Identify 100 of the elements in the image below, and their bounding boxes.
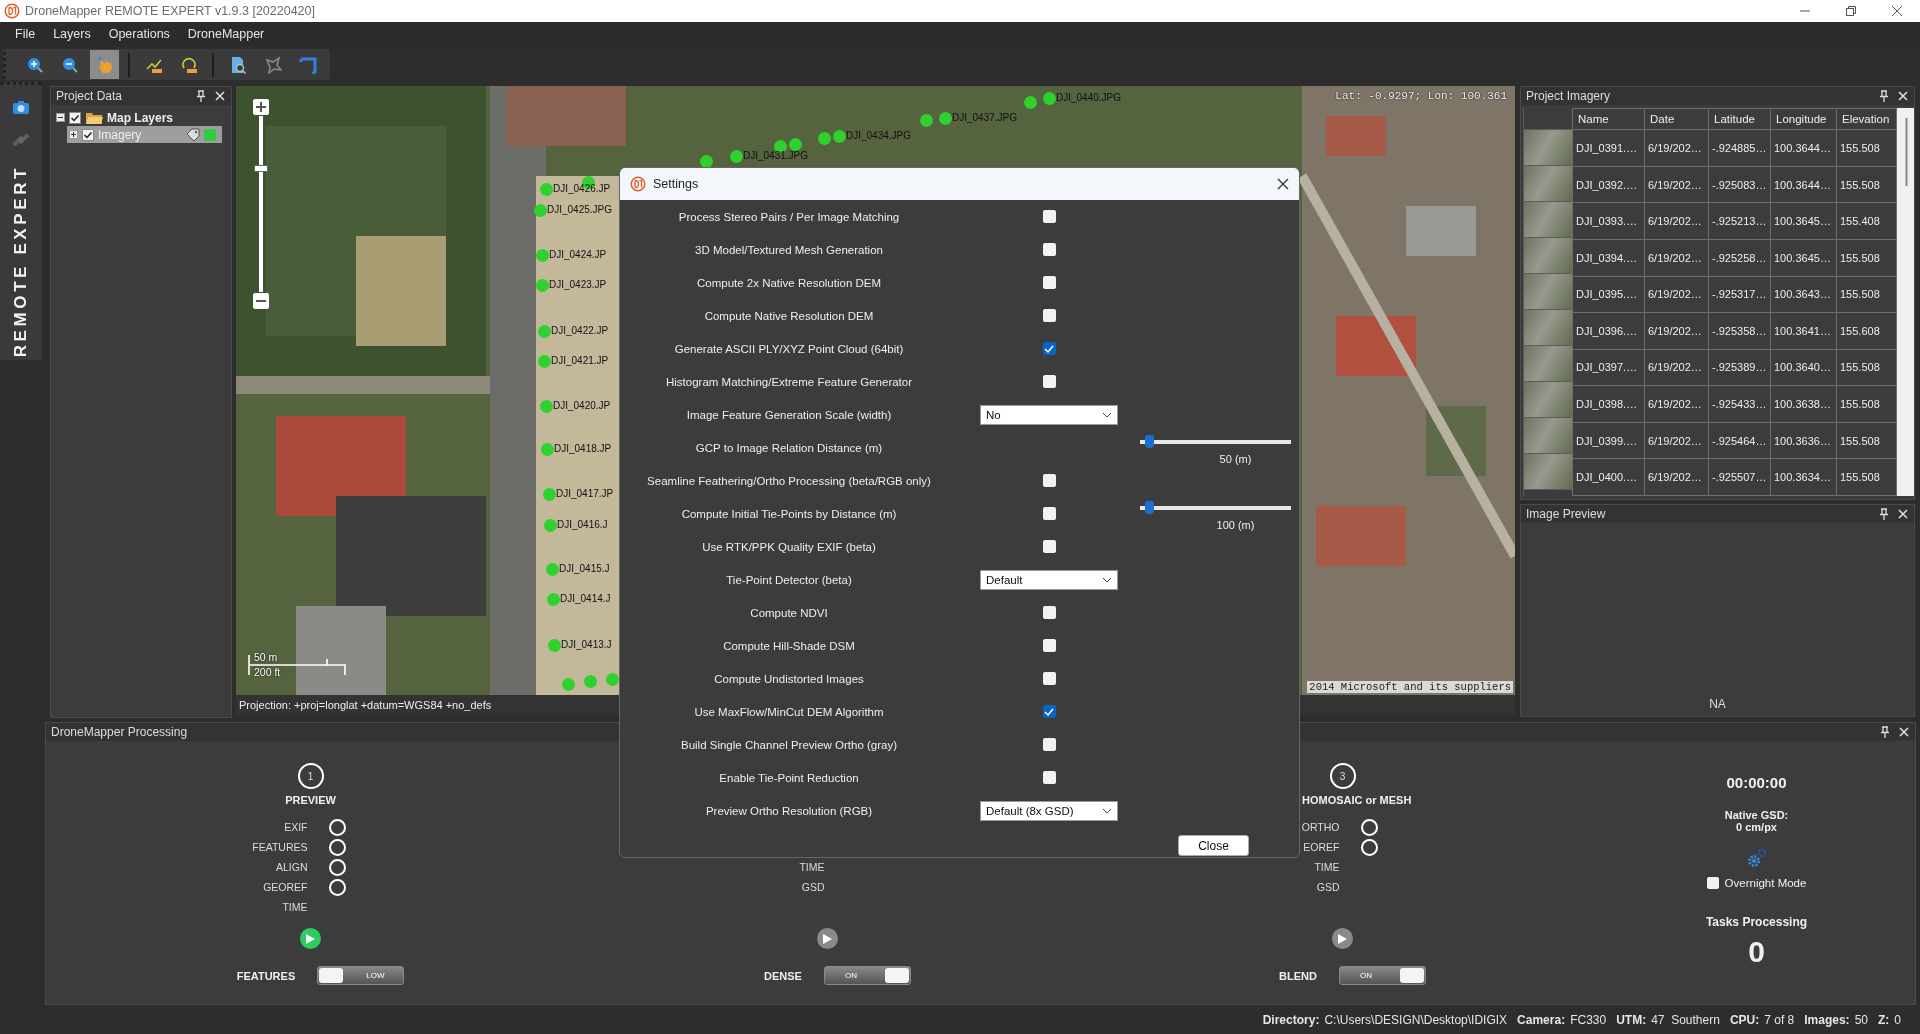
column-header[interactable]: Date (1644, 108, 1709, 130)
checkbox[interactable] (1042, 738, 1056, 751)
checkbox[interactable] (1706, 877, 1719, 889)
table-cell: 155.508 (1836, 349, 1897, 386)
step-title: PREVIEW (285, 794, 336, 808)
table-cell: -.925464… (1708, 422, 1771, 459)
close-icon[interactable] (214, 90, 226, 102)
checkbox[interactable] (1042, 606, 1056, 619)
toggle-switch[interactable]: ON (823, 966, 911, 985)
pin-icon[interactable] (1878, 508, 1890, 520)
zoom-in-button[interactable] (253, 99, 269, 115)
menu-item[interactable]: Operations (99, 27, 179, 41)
checkbox[interactable] (1042, 309, 1056, 322)
ruler-area-icon (179, 55, 198, 74)
table-cell: 6/19/202… (1644, 166, 1709, 203)
pin-icon[interactable] (195, 90, 207, 102)
checkbox[interactable] (1042, 705, 1056, 718)
zoom-out-button[interactable] (253, 293, 269, 309)
checkbox[interactable] (1042, 210, 1056, 223)
table-cell: DJI_0396.… (1572, 312, 1645, 350)
menu-item[interactable]: File (6, 27, 45, 41)
column-header[interactable]: Latitude (1708, 108, 1771, 130)
setting-label: Use RTK/PPK Quality EXIF (beta) (701, 540, 877, 553)
pin-icon[interactable] (1879, 726, 1891, 738)
preview-status: NA (1709, 697, 1726, 711)
panel-title: Project Imagery (1526, 89, 1612, 103)
setting-label: 3D Model/Textured Mesh Generation (694, 243, 884, 256)
close-button[interactable] (1277, 178, 1289, 190)
toggle-switch[interactable]: LOW (317, 966, 405, 985)
column-header[interactable]: Longitude (1770, 108, 1837, 130)
checkbox[interactable] (1042, 639, 1056, 652)
zoom-out-icon (60, 55, 79, 74)
gears-icon[interactable] (1745, 847, 1768, 869)
table-cell: 100.3643… (1770, 276, 1837, 313)
expander-icon[interactable] (56, 113, 65, 122)
step-field-label: EXIF (284, 821, 309, 833)
table-cell: 6/19/202… (1644, 202, 1709, 240)
status-label: Camera: (1517, 1012, 1566, 1027)
dropdown[interactable]: Default (980, 569, 1118, 590)
marker-label: DJI_0421.JP (551, 355, 609, 367)
slider-thumb[interactable] (1144, 435, 1154, 448)
expander-icon[interactable] (69, 130, 78, 139)
run-button[interactable] (1332, 928, 1353, 949)
checkbox[interactable] (82, 128, 94, 141)
marker-label: DJI_0431.JPG (743, 150, 809, 162)
scrollbar[interactable] (1897, 108, 1914, 496)
table-cell: -.925358… (1708, 312, 1771, 350)
status-label: Z: (1878, 1012, 1890, 1027)
close-icon[interactable] (1897, 508, 1909, 520)
table-cell: -.924885… (1708, 129, 1771, 167)
toggle-switch[interactable]: ON (1338, 966, 1426, 985)
table-cell: DJI_0394.… (1572, 239, 1645, 277)
chevron-down-icon (1102, 807, 1112, 814)
setting-label: Compute Undistorted Images (713, 672, 865, 685)
slider-thumb[interactable] (1144, 501, 1154, 514)
tasks-count: 0 (1748, 935, 1765, 969)
checkbox[interactable] (1042, 474, 1056, 487)
app-logo-icon (630, 176, 646, 192)
checkbox[interactable] (1042, 771, 1056, 784)
status-value: FC330 (1570, 1012, 1607, 1027)
table-cell: DJI_0391.… (1572, 129, 1645, 167)
checkbox[interactable] (1042, 276, 1056, 289)
table-cell: 155.508 (1836, 129, 1897, 167)
checkbox[interactable] (69, 111, 81, 124)
checkbox[interactable] (1042, 507, 1056, 520)
checkbox-label: Overnight Mode (1724, 877, 1807, 889)
close-icon (1277, 178, 1289, 190)
menu-item[interactable]: DroneMapper (178, 27, 274, 41)
zoom-slider[interactable] (254, 116, 268, 292)
elapsed-time: 00:00:00 (1726, 774, 1787, 791)
marker-label: DJI_0415.J (559, 563, 610, 575)
checkbox[interactable] (1042, 672, 1056, 685)
checkbox[interactable] (1042, 540, 1056, 553)
step-field-label: TIME (282, 901, 309, 913)
checkbox[interactable] (1042, 243, 1056, 256)
table-cell: 6/19/202… (1644, 312, 1709, 350)
dropdown[interactable]: No (980, 404, 1118, 425)
slider-thumb[interactable] (254, 165, 268, 172)
satellite-icon (12, 131, 30, 149)
run-button[interactable] (817, 928, 838, 949)
menu-item[interactable]: Layers (44, 27, 100, 41)
pin-icon[interactable] (1878, 90, 1890, 102)
close-icon[interactable] (1897, 90, 1909, 102)
map-attribution: 2014 Microsoft and its suppliers (1307, 681, 1513, 693)
checkbox[interactable] (1042, 342, 1056, 355)
status-ring (328, 838, 346, 856)
run-button[interactable] (300, 928, 321, 949)
close-icon[interactable] (1898, 726, 1910, 738)
status-label: Directory: (1262, 1012, 1320, 1027)
column-header[interactable]: Elevation (1836, 108, 1897, 130)
tag-icon (186, 127, 200, 142)
close-button[interactable]: Close (1178, 835, 1249, 856)
scale-label: 200 ft (254, 666, 281, 678)
layer-row[interactable]: Map Layers (54, 109, 216, 126)
table-cell: 155.508 (1836, 422, 1897, 459)
status-ring (328, 878, 346, 896)
checkbox[interactable] (1042, 375, 1056, 388)
column-header[interactable]: Name (1572, 108, 1645, 130)
setting-label: Tie-Point Detector (beta) (725, 573, 853, 586)
dropdown[interactable]: Default (8x GSD) (980, 800, 1118, 821)
